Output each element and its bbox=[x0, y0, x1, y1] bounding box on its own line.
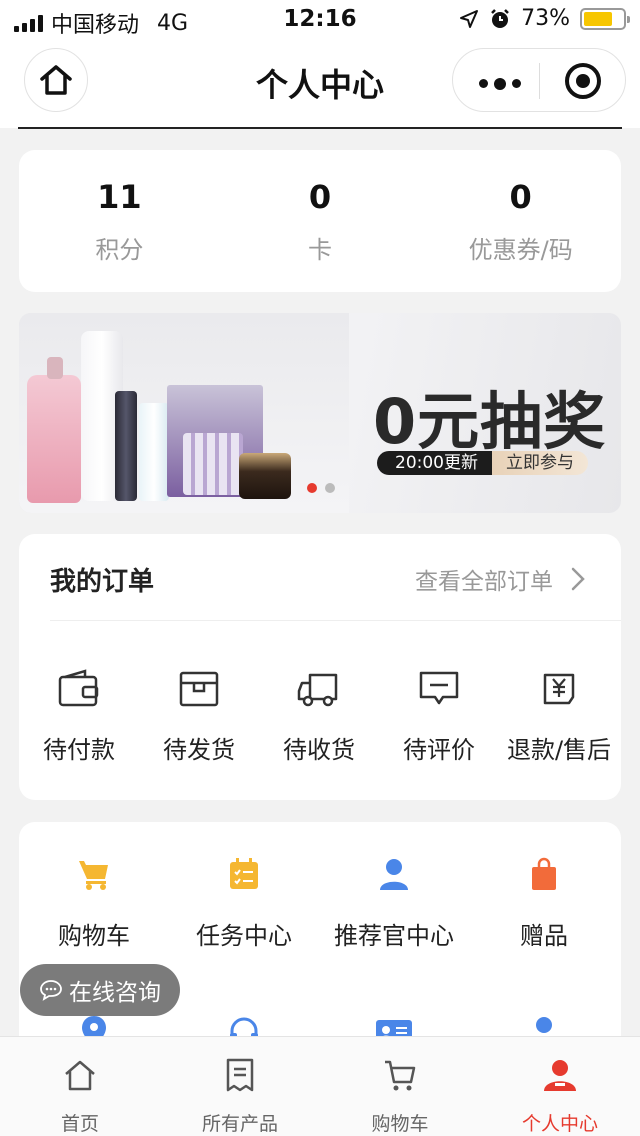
tab-label: 购物车 bbox=[371, 1113, 429, 1135]
order-refund[interactable]: 退款/售后 bbox=[499, 664, 619, 765]
battery-percent: 73% bbox=[521, 6, 570, 31]
location-icon bbox=[460, 9, 479, 28]
stat-coupons[interactable]: 0 优惠券/码 bbox=[420, 150, 621, 292]
orders-card: 我的订单 查看全部订单 待付款 待发货 待收货 待评价 退款/售后 bbox=[19, 534, 621, 800]
battery-icon bbox=[580, 7, 630, 30]
tool-cart[interactable]: 购物车 bbox=[19, 854, 169, 951]
online-consult-button[interactable]: 在线咨询 bbox=[20, 964, 180, 1016]
task-icon bbox=[230, 858, 258, 889]
banner-update-text: 20:00更新 bbox=[377, 451, 492, 475]
banner-product-image bbox=[19, 313, 349, 513]
stat-value: 11 bbox=[97, 178, 142, 216]
truck-icon bbox=[297, 673, 338, 707]
tool-label: 购物车 bbox=[58, 922, 130, 950]
status-bar: 中国移动 4G 12:16 73% bbox=[0, 0, 640, 40]
wallet-icon bbox=[58, 669, 99, 707]
order-pending-receipt[interactable]: 待收货 bbox=[259, 664, 379, 765]
bottom-tab-bar: 首页 所有产品 购物车 个人中心 bbox=[0, 1036, 640, 1136]
navigation-bar: 个人中心 bbox=[0, 40, 640, 128]
tab-home[interactable]: 首页 bbox=[0, 1037, 160, 1136]
alarm-icon bbox=[491, 8, 509, 28]
banner-title: 0元抽奖 bbox=[373, 385, 607, 458]
carousel-indicators bbox=[307, 483, 335, 493]
person-icon bbox=[380, 859, 408, 890]
tool-label: 赠品 bbox=[520, 922, 568, 950]
order-pending-payment[interactable]: 待付款 bbox=[19, 664, 139, 765]
gift-bag-icon bbox=[532, 857, 556, 890]
view-all-label: 查看全部订单 bbox=[415, 569, 553, 595]
tool-recommender-center[interactable]: 推荐官中心 bbox=[319, 854, 469, 951]
close-target-icon[interactable] bbox=[565, 63, 601, 99]
view-all-orders-link[interactable]: 查看全部订单 bbox=[415, 562, 585, 596]
tool-gifts[interactable]: 赠品 bbox=[469, 854, 619, 951]
document-icon bbox=[226, 1058, 254, 1092]
home-icon bbox=[65, 1060, 95, 1091]
order-pending-review[interactable]: 待评价 bbox=[379, 664, 499, 765]
user-icon bbox=[544, 1060, 576, 1091]
stat-value: 0 bbox=[509, 178, 532, 216]
orders-divider bbox=[50, 620, 621, 621]
tab-label: 个人中心 bbox=[521, 1113, 598, 1135]
comment-icon bbox=[419, 671, 459, 705]
cart-icon bbox=[79, 861, 108, 890]
tab-profile[interactable]: 个人中心 bbox=[480, 1037, 640, 1136]
stat-label: 卡 bbox=[308, 236, 332, 264]
order-label: 退款/售后 bbox=[506, 736, 612, 764]
orders-heading: 我的订单 bbox=[50, 567, 155, 597]
tab-all-products[interactable]: 所有产品 bbox=[160, 1037, 320, 1136]
more-icon[interactable] bbox=[479, 77, 521, 90]
tab-label: 首页 bbox=[60, 1113, 99, 1135]
tool-label: 任务中心 bbox=[196, 922, 292, 950]
tab-label: 所有产品 bbox=[201, 1113, 278, 1135]
indicator-active bbox=[307, 483, 317, 493]
order-label: 待收货 bbox=[283, 736, 355, 764]
tab-cart[interactable]: 购物车 bbox=[320, 1037, 480, 1136]
chat-bubble-icon bbox=[40, 980, 62, 1001]
banner-join-button[interactable]: 立即参与 bbox=[492, 451, 588, 475]
stats-card: 11 积分 0 卡 0 优惠券/码 bbox=[19, 150, 621, 292]
tool-label: 推荐官中心 bbox=[334, 922, 454, 950]
indicator bbox=[325, 483, 335, 493]
tool-task-center[interactable]: 任务中心 bbox=[169, 854, 319, 951]
box-icon bbox=[179, 671, 219, 707]
stat-value: 0 bbox=[308, 178, 332, 216]
stat-label: 优惠券/码 bbox=[468, 236, 573, 264]
stat-label: 积分 bbox=[95, 236, 144, 264]
refund-icon bbox=[543, 673, 575, 705]
mini-program-capsule bbox=[452, 48, 626, 112]
stat-cards[interactable]: 0 卡 bbox=[220, 150, 421, 292]
stat-points[interactable]: 11 积分 bbox=[19, 150, 220, 292]
order-label: 待发货 bbox=[163, 736, 235, 764]
order-label: 待评价 bbox=[403, 736, 475, 764]
nav-divider bbox=[18, 127, 622, 129]
consult-label: 在线咨询 bbox=[69, 980, 161, 1006]
chevron-right-icon bbox=[571, 567, 585, 591]
order-pending-shipment[interactable]: 待发货 bbox=[139, 664, 259, 765]
promo-banner[interactable]: 0元抽奖 20:00更新 立即参与 bbox=[19, 313, 621, 513]
banner-pill: 20:00更新 立即参与 bbox=[377, 451, 588, 475]
cart-icon bbox=[385, 1060, 416, 1091]
order-label: 待付款 bbox=[43, 736, 115, 764]
